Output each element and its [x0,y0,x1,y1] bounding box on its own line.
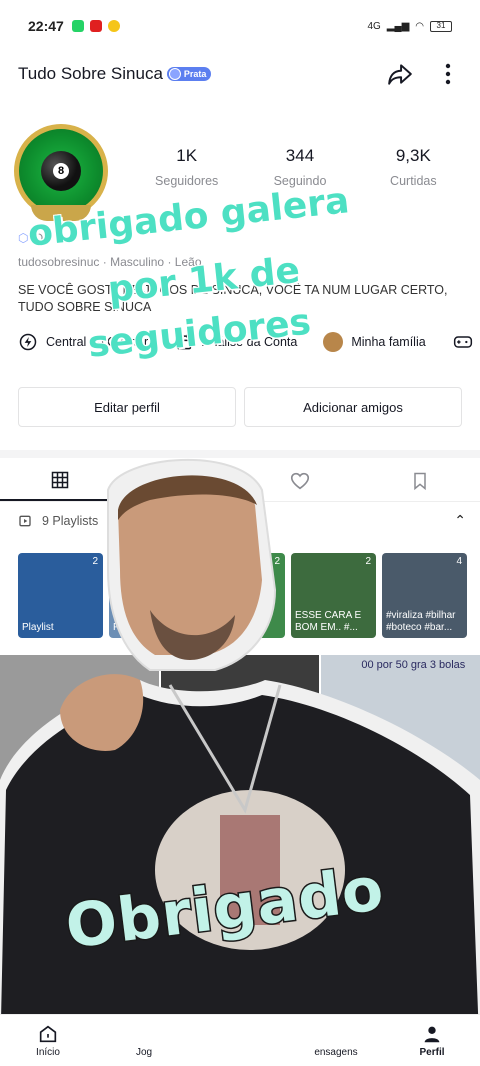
playlist-video-count: 4 [456,556,462,567]
more-button[interactable] [434,60,462,88]
app-icon [107,20,120,32]
playlists-header[interactable]: 9 Playlists ⌃ [18,512,466,529]
shortcut-label: Minha família [351,335,426,349]
bottom-nav: Início Jog ensagens Perfil [0,1014,480,1066]
thumbnail-caption: Ca [22,767,38,781]
profile-actions: Editar perfil Adicionar amigos [18,387,462,427]
nav-label: Início [36,1047,60,1058]
share-icon [388,64,412,85]
nav-label: ensagens [314,1047,358,1058]
battery-icon: 31 [430,20,452,32]
home-icon [39,1025,57,1043]
games-link[interactable] [452,332,474,352]
signal-icon: ▂▄▆ [386,20,410,32]
badge-label: Prata [183,69,207,79]
youtube-icon [89,20,102,32]
stat-value: 344 [285,146,315,165]
more-vertical-icon [445,63,451,85]
stat-followers[interactable]: 1K Seguidores [130,146,243,188]
status-right: 4G ▂▄▆ ◠ 31 [367,20,452,32]
heart-icon [290,472,310,489]
playlist-title: ESSE CARA E BOM EM.. #... [295,610,362,633]
family-avatar [323,332,344,352]
stat-likes[interactable]: 9,3K Curtidas [357,146,470,188]
profile-header: Tudo Sobre Sinuca Prata [0,52,480,96]
verified-icon: ⬡ [18,231,29,245]
nav-create[interactable] [192,1015,288,1066]
eight-ball-icon: 8 [41,151,81,191]
playlist-title: bilhar ry... [204,622,248,633]
video-thumbnail[interactable]: 00 por 50 gra 3 bolas [321,655,480,834]
add-friends-button[interactable]: Adicionar amigos [244,387,462,427]
profile-icon [424,1026,440,1043]
tab-liked[interactable] [240,460,360,501]
stat-value: 1K [176,146,198,165]
playlist-icon [19,515,31,526]
playlist-video-count: 2 [274,556,280,567]
playlist-title: Playl [113,622,135,633]
playlist-video-count: 2 [92,556,98,567]
wifi-icon: ◠ [415,20,424,32]
chevron-up-icon[interactable]: ⌃ [454,512,466,529]
playlist-card[interactable]: 2 Playlist [18,553,103,638]
tab-videos[interactable] [0,460,120,501]
stat-label: Seguidores [155,174,219,188]
section-divider [0,450,480,458]
rank-badge[interactable]: Prata [166,67,212,81]
network-label: 4G [367,20,381,32]
playlist-card[interactable]: 4 #viraliza #bilhar #boteco #bar... [382,553,467,638]
lock-icon [173,472,187,489]
grid-icon [51,471,69,488]
playlist-card[interactable]: 2 ESSE CARA E BOM EM.. #... [291,553,376,638]
gamepad-icon [453,336,472,348]
nav-games[interactable]: Jog [96,1015,192,1066]
whatsapp-icon [71,20,84,32]
username: tudosobresinuc [18,255,100,269]
family-link[interactable]: Minha família [323,332,426,352]
playlists-count: 9 Playlists [42,513,99,528]
share-button[interactable] [386,60,414,88]
nav-label: Perfil [419,1047,445,1058]
page-title: Tudo Sobre Sinuca [18,64,163,83]
profile-avatar[interactable]: 8 [14,124,108,221]
playlist-title: Playlist [22,622,54,633]
stat-label: Curtidas [390,174,437,188]
profile-stats: 1K Seguidores 344 Seguindo 9,3K Curtidas [130,146,470,188]
bookmark-icon [414,472,426,490]
playlist-carousel: 2 Playlist Playl 2 bilhar ry... 2 ESSE C… [18,553,480,638]
nav-home[interactable]: Início [0,1015,96,1066]
tab-private[interactable] [120,460,240,501]
playlist-title: #viraliza #bilhar #boteco #bar... [386,610,456,633]
stat-value: 9,3K [395,146,431,165]
status-time: 22:47 [28,18,64,34]
nav-profile[interactable]: Perfil [384,1015,480,1066]
playlist-card[interactable]: 2 bilhar ry... [200,553,285,638]
video-thumbnail[interactable] [160,655,320,834]
playlist-card[interactable]: Playl [109,553,194,638]
nav-label: Jog [135,1047,153,1058]
content-tabs [0,460,480,502]
thumbnail-overlay-text: 00 por 50 gra 3 bolas [361,659,466,671]
edit-profile-button[interactable]: Editar perfil [18,387,236,427]
tab-saved[interactable] [360,460,480,501]
nav-messages[interactable]: ensagens [288,1015,384,1066]
lightning-icon [19,333,37,351]
status-bar: 22:47 4G ▂▄▆ ◠ 31 [0,0,480,52]
badge-icon [168,68,181,80]
video-thumbnail[interactable]: Ca [0,655,159,834]
playlist-video-count: 2 [365,556,371,567]
separator: · [102,255,111,269]
